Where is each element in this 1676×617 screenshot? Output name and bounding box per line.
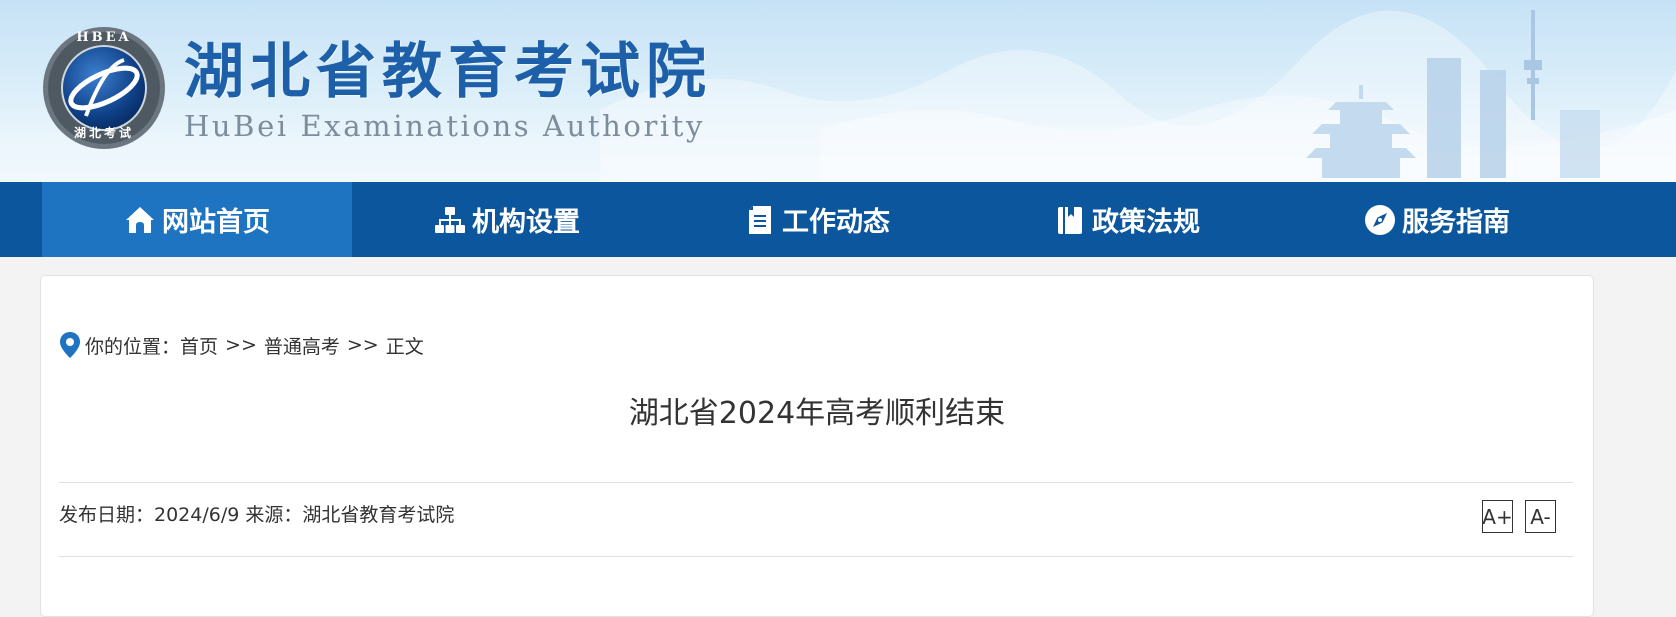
font-decrease-button[interactable]: A- <box>1525 500 1556 533</box>
org-chart-icon <box>434 204 466 236</box>
nav-item-work-news[interactable]: 工作动态 <box>662 182 972 257</box>
site-title[interactable]: 湖北省教育考试院 <box>184 36 712 108</box>
book-icon <box>1054 204 1086 236</box>
breadcrumb-prefix: 你的位置： <box>85 335 181 358</box>
nav-item-service-guide[interactable]: 服务指南 <box>1282 182 1592 257</box>
location-pin-icon <box>60 332 80 358</box>
breadcrumb-separator: >> <box>225 334 257 356</box>
document-icon <box>744 204 776 236</box>
logo-top-text: HBEA <box>76 30 132 45</box>
nav-item-label: 网站首页 <box>162 207 270 238</box>
main-nav: 网站首页 机构设置 工作动态 政策法规 服务指南 <box>0 182 1676 257</box>
article-card: 你的位置： 首页 >> 普通高考 >> 正文 湖北省2024年高考顺利结束 发布… <box>40 275 1594 617</box>
home-icon <box>124 204 156 236</box>
nav-item-label: 机构设置 <box>472 207 580 238</box>
breadcrumb: 你的位置： 首页 >> 普通高考 >> 正文 <box>59 330 424 360</box>
nav-item-policy[interactable]: 政策法规 <box>972 182 1282 257</box>
compass-icon <box>1364 204 1396 236</box>
breadcrumb-home-link[interactable]: 首页 <box>180 332 218 359</box>
article-meta: 发布日期：2024/6/9 来源：湖北省教育考试院 <box>59 504 455 526</box>
font-increase-button[interactable]: A+ <box>1482 500 1513 533</box>
header-banner: HBEA 湖北考试 湖北省教育考试院 HuBei Examinations Au… <box>0 0 1676 182</box>
breadcrumb-separator: >> <box>346 334 379 356</box>
nav-item-label: 服务指南 <box>1402 207 1510 238</box>
nav-item-label: 工作动态 <box>782 207 890 238</box>
nav-item-label: 政策法规 <box>1092 207 1200 238</box>
site-subtitle: HuBei Examinations Authority <box>184 109 706 143</box>
logo-bottom-text: 湖北考试 <box>73 126 134 140</box>
article-title: 湖北省2024年高考顺利结束 <box>628 396 1006 431</box>
nav-item-organization[interactable]: 机构设置 <box>352 182 662 257</box>
breadcrumb-current: 正文 <box>385 335 424 358</box>
breadcrumb-category-link[interactable]: 普通高考 <box>264 332 340 359</box>
divider <box>59 482 1573 483</box>
nav-item-home[interactable]: 网站首页 <box>42 182 352 257</box>
divider <box>59 556 1573 557</box>
